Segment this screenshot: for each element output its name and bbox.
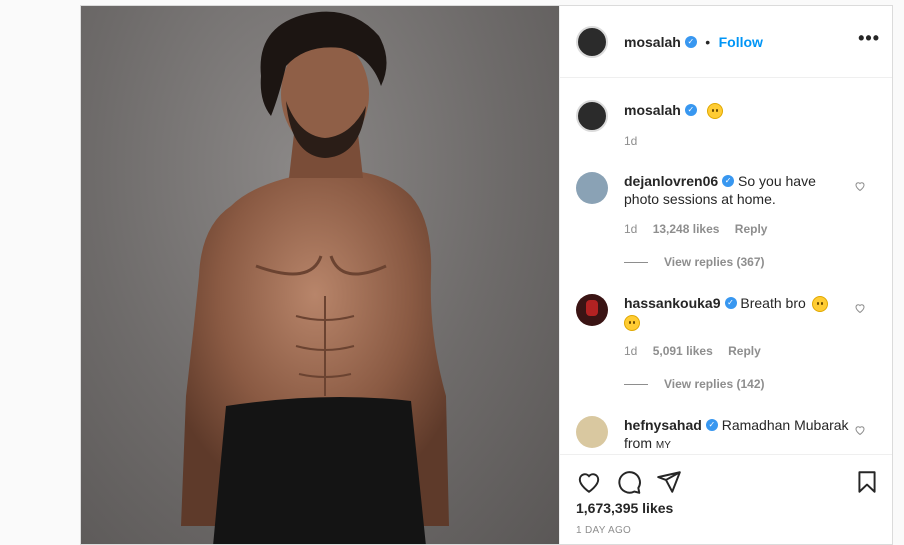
- caption-time: 1d: [624, 134, 638, 148]
- post-card: mosalah ✓ • Follow ••• mosalah ✓ 1d dejanl…: [80, 5, 893, 545]
- more-options-icon[interactable]: •••: [858, 28, 880, 49]
- verified-badge-icon: ✓: [684, 35, 697, 48]
- details-panel: mosalah ✓ • Follow ••• mosalah ✓ 1d dejanl…: [559, 6, 892, 544]
- verified-badge-icon: ✓: [724, 297, 737, 310]
- heart-icon[interactable]: [854, 180, 866, 192]
- action-bar: [560, 454, 892, 494]
- separator-dot: •: [705, 34, 711, 50]
- view-replies-button[interactable]: View replies (367): [624, 255, 765, 269]
- comment-username[interactable]: hassankouka9: [624, 295, 721, 311]
- commenter-avatar[interactable]: [576, 416, 608, 448]
- comment-icon[interactable]: [616, 469, 642, 495]
- author-avatar[interactable]: [576, 26, 608, 58]
- laughing-emoji-icon: [811, 296, 828, 313]
- commenter-avatar[interactable]: [576, 172, 608, 204]
- heart-icon[interactable]: [854, 302, 866, 314]
- comment-likes[interactable]: 5,091 likes: [653, 344, 713, 358]
- verified-badge-icon: ✓: [705, 419, 718, 432]
- heart-icon[interactable]: [576, 469, 602, 495]
- reply-button[interactable]: Reply: [728, 344, 761, 358]
- post-header: mosalah ✓ • Follow •••: [560, 6, 892, 78]
- comment-username[interactable]: dejanlovren06: [624, 173, 718, 189]
- commenter-avatar[interactable]: [576, 294, 608, 326]
- bookmark-icon[interactable]: [854, 469, 880, 495]
- verified-badge-icon: ✓: [722, 175, 735, 188]
- comment-item: hefnysahad ✓ Ramadhan Mubarak from MY: [560, 406, 892, 454]
- comment-time: 1d: [624, 222, 638, 236]
- share-icon[interactable]: [656, 469, 682, 495]
- comment-likes[interactable]: 13,248 likes: [653, 222, 720, 236]
- likes-count[interactable]: 1,673,395 likes: [576, 500, 673, 516]
- replies-divider: [624, 262, 648, 264]
- follow-button[interactable]: Follow: [719, 34, 763, 50]
- heart-icon[interactable]: [854, 424, 866, 436]
- reply-button[interactable]: Reply: [735, 222, 768, 236]
- post-timestamp: 1 DAY AGO: [576, 525, 632, 536]
- author-username[interactable]: mosalah: [624, 34, 681, 50]
- view-replies-label: View replies (142): [664, 377, 765, 391]
- caption-avatar[interactable]: [576, 100, 608, 132]
- view-replies-button[interactable]: View replies (142): [624, 377, 765, 391]
- comment-time: 1d: [624, 344, 638, 358]
- photo-illustration: [181, 11, 449, 544]
- replies-divider: [624, 384, 648, 386]
- smiley-emoji-icon: [707, 102, 724, 119]
- comment-text-tail: MY: [655, 440, 671, 451]
- comment-username[interactable]: hefnysahad: [624, 417, 702, 433]
- tongue-emoji-icon: [624, 314, 640, 331]
- caption-username[interactable]: mosalah: [624, 102, 681, 118]
- comment-text: Breath bro: [740, 295, 806, 311]
- verified-badge-icon: ✓: [684, 103, 697, 116]
- view-replies-label: View replies (367): [664, 255, 765, 269]
- post-photo[interactable]: [81, 6, 559, 544]
